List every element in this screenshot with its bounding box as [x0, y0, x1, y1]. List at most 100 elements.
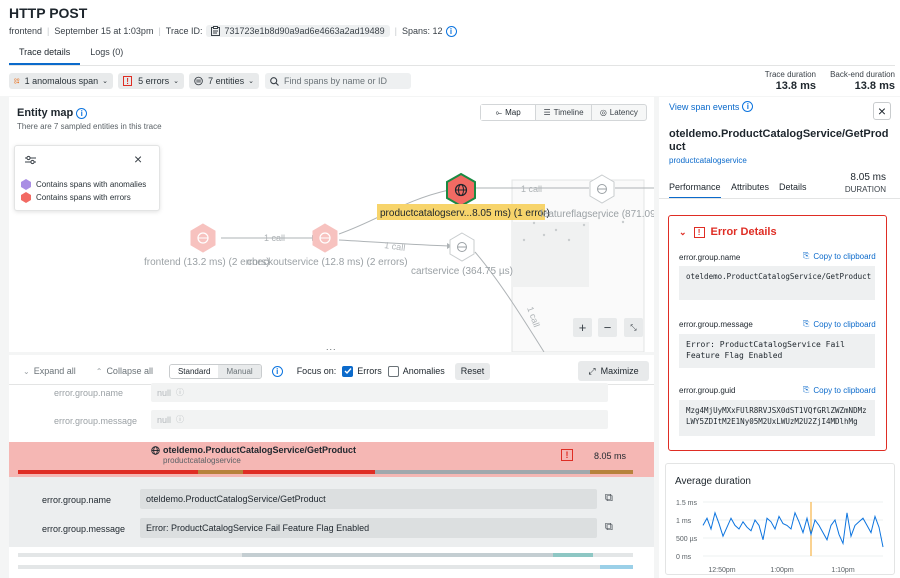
tabs-divider	[9, 65, 895, 66]
info-icon: ⓘ	[176, 415, 185, 424]
entity-map-title: Entity map i	[17, 107, 88, 119]
anomalous-span-label: 1 anomalous span	[24, 76, 99, 86]
node-label-featureflag: featureflagservice (871.09 µ	[540, 209, 654, 220]
info-icon[interactable]: i	[445, 25, 457, 37]
maximize-icon: ⤢	[588, 365, 596, 376]
zoom-in-button[interactable]: +	[573, 318, 592, 337]
fit-view-button[interactable]: ⤡	[624, 318, 643, 337]
view-mode-toggle: Standard Manual	[168, 363, 262, 379]
map-legend: × Contains spans with anomalies Contains…	[14, 145, 160, 211]
chevron-down-icon: ⌄	[23, 366, 30, 376]
standard-mode-button[interactable]: Standard	[169, 364, 219, 378]
node-label-productcatalog: productcatalogserv...8.05 ms) (1 error)	[380, 208, 550, 219]
span-timeline-bar	[18, 470, 375, 474]
faded-attr-key: error.group.name	[54, 388, 124, 398]
error-field-value: Mzg4MjUyMXxFUlR8RVJSX0dST1VQfGRlZWZmNDMz…	[679, 400, 875, 436]
info-icon[interactable]: i	[271, 365, 283, 377]
trace-duration-label: Trace duration	[764, 70, 816, 79]
view-map-button[interactable]: ⟜ Map	[481, 105, 537, 120]
entities-icon	[194, 76, 203, 86]
span-name: oteldemo.ProductCatalogService/GetProduc…	[163, 445, 357, 455]
node-productcatalogservice[interactable]	[446, 172, 476, 208]
chevron-down-icon: ⌄	[102, 78, 108, 85]
span-search-input[interactable]: Find spans by name or ID	[265, 73, 411, 89]
manual-mode-button[interactable]: Manual	[218, 364, 261, 378]
zoom-out-button[interactable]: −	[598, 318, 617, 337]
chart-y-tick: 1.5 ms	[676, 500, 698, 507]
close-panel-button[interactable]: ×	[873, 102, 891, 120]
copy-icon[interactable]: ⧉	[605, 521, 613, 534]
span-row-bar-fill	[600, 565, 633, 569]
node-label-cartservice: cartservice (364.75 µs)	[411, 266, 513, 277]
tab-details[interactable]: Details	[779, 182, 807, 192]
trace-timestamp: September 15 at 1:03pm	[54, 26, 154, 36]
resize-handle[interactable]: ...	[326, 342, 337, 352]
chart-x-tick: 1:00pm	[770, 567, 794, 574]
errors-filter-label: 5 errors	[138, 76, 170, 86]
error-field-value: Error: ProductCatalogService Fail Featur…	[679, 334, 875, 368]
span-title: oteldemo.ProductCatalogService/GetProduc…	[669, 128, 889, 153]
trace-id-copy[interactable]: 731723e1b8d90a9ad6e4663a2ad19489	[206, 25, 390, 37]
trace-duration-stat: Trace duration 13.8 ms	[748, 70, 816, 92]
edge-label: 1 call	[264, 233, 285, 243]
error-field-key: error.group.guid	[679, 386, 736, 395]
chart-title: Average duration	[675, 476, 751, 487]
maximize-button[interactable]: ⤢ Maximize	[578, 361, 649, 381]
backend-duration-stat: Back-end duration 13.8 ms	[820, 70, 895, 92]
error-details-header[interactable]: ⌄ ! Error Details	[679, 226, 777, 238]
average-duration-chart: 1.5 ms 1 ms 500 µs 0 ms 12:50pm 1:00pm 1:10pm	[676, 500, 884, 574]
expand-all-button[interactable]: Expand all	[34, 366, 76, 376]
anomaly-hexagon-icon	[21, 179, 31, 190]
anomalies-checkbox[interactable]	[387, 365, 399, 377]
node-checkoutservice[interactable]	[312, 223, 338, 253]
view-latency-button[interactable]: ◎ Latency	[592, 105, 646, 120]
view-span-events-link[interactable]: View span events i	[669, 101, 754, 112]
info-icon: ⓘ	[176, 388, 185, 397]
edge-label: 1 call	[384, 240, 406, 253]
span-timeline-tail	[590, 470, 633, 474]
info-icon[interactable]: i	[76, 107, 88, 119]
close-icon[interactable]: ×	[134, 151, 142, 167]
span-timeline-self	[198, 470, 243, 474]
entity-link[interactable]: frontend	[9, 26, 42, 36]
view-timeline-button[interactable]: ☰ Timeline	[536, 105, 592, 120]
copy-to-clipboard-button[interactable]: ⎘ Copy to clipboard	[803, 251, 876, 261]
filter-settings-icon[interactable]	[25, 155, 36, 165]
node-cartservice[interactable]	[449, 232, 475, 262]
entities-filter[interactable]: 7 entities ⌄	[189, 73, 259, 89]
edge-label: 1 call	[521, 184, 542, 194]
view-map-label: Map	[505, 108, 521, 117]
info-icon: i	[742, 101, 754, 112]
legend-errors-label: Contains spans with errors	[36, 193, 131, 202]
errors-filter[interactable]: ! 5 errors ⌄	[118, 73, 184, 89]
trace-id: 731723e1b8d90a9ad6e4663a2ad19489	[224, 26, 385, 36]
errors-checkbox-label: Errors	[357, 366, 382, 376]
copy-label: Copy to clipboard	[813, 385, 876, 395]
reset-button[interactable]: Reset	[454, 362, 491, 380]
clipboard-icon: ⎘	[803, 251, 810, 260]
node-frontend[interactable]	[190, 223, 216, 253]
copy-to-clipboard-button[interactable]: ⎘ Copy to clipboard	[803, 319, 876, 329]
collapse-all-button[interactable]: Collapse all	[106, 366, 153, 376]
copy-to-clipboard-button[interactable]: ⎘ Copy to clipboard	[803, 385, 876, 395]
view-span-events-label: View span events	[669, 101, 740, 112]
chart-series-line	[702, 511, 884, 548]
tab-performance[interactable]: Performance	[669, 182, 721, 199]
copy-icon[interactable]: ⧉	[605, 492, 613, 505]
error-hexagon-icon	[21, 192, 31, 203]
faded-attr-value-text: null	[157, 414, 172, 425]
errors-checkbox[interactable]	[342, 365, 354, 377]
faded-attr-value: null ⓘ	[151, 410, 608, 429]
checkmark-icon	[344, 368, 352, 375]
attr-key: error.group.name	[42, 495, 112, 505]
tab-attributes[interactable]: Attributes	[731, 182, 769, 192]
tab-logs[interactable]: Logs (0)	[80, 44, 133, 65]
focus-on-label: Focus on:	[296, 366, 337, 376]
error-icon: !	[561, 449, 573, 461]
anomalous-span-filter[interactable]: 1 anomalous span ⌄	[9, 73, 113, 89]
tab-trace-details[interactable]: Trace details	[9, 44, 81, 65]
trace-meta: frontend | September 15 at 1:03pm | Trac…	[9, 24, 457, 38]
service-link[interactable]: productcatalogservice	[669, 156, 747, 165]
error-icon: !	[693, 226, 705, 238]
anomaly-icon	[14, 78, 20, 84]
